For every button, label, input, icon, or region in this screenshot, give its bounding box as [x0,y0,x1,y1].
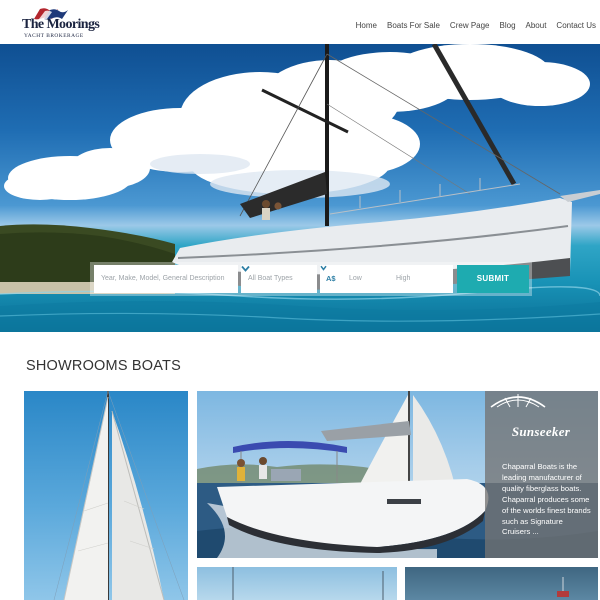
site-header: The Moorings YACHT BROKERAGE Home Boats … [0,0,600,45]
boat-type-selected: All Boat Types [248,275,293,282]
chevron-down-icon [320,265,327,271]
price-range: A$ Low High [320,265,453,293]
boat-type-select[interactable]: All Boat Types [241,265,317,293]
nav-home[interactable]: Home [356,21,377,30]
boat-search-form: Year, Make, Model, General Description A… [90,262,532,296]
logo-name: The Moorings [22,17,100,32]
showroom-boat-tile[interactable] [24,391,188,600]
logo[interactable]: The Moorings YACHT BROKERAGE [22,6,100,40]
keyword-search-input[interactable]: Year, Make, Model, General Description [94,265,238,293]
chevron-down-icon [241,265,250,272]
boat-photo [557,577,569,597]
brand-emblem-icon [490,394,546,408]
sailboat-photo [53,391,185,600]
nav-boats-for-sale[interactable]: Boats For Sale [387,21,440,30]
brand-name: Sunseeker [511,424,571,439]
featured-boat-tile[interactable]: Sunseeker Chaparral Boats is the leading… [197,391,598,558]
submit-button[interactable]: SUBMIT [457,265,529,293]
showroom-boat-tile[interactable] [197,567,397,600]
brand-description: Chaparral Boats is the leading manufactu… [502,462,591,537]
nav-about[interactable]: About [526,21,547,30]
showroom-boat-tile[interactable] [405,567,598,600]
price-low-input[interactable]: Low [349,265,362,293]
hero-banner: Year, Make, Model, General Description A… [0,44,600,332]
main-nav: Home Boats For Sale Crew Page Blog About… [346,21,596,30]
nav-blog[interactable]: Blog [500,21,516,30]
brand-overlay-panel: Sunseeker Chaparral Boats is the leading… [485,391,598,558]
boat-photo [232,567,384,600]
section-title: SHOWROOMS BOATS [26,358,181,374]
currency-select[interactable]: A$ [326,265,336,293]
logo-tagline: YACHT BROKERAGE [24,33,84,39]
nav-contact-us[interactable]: Contact Us [556,21,596,30]
price-high-input[interactable]: High [396,265,410,293]
nav-crew-page[interactable]: Crew Page [450,21,490,30]
